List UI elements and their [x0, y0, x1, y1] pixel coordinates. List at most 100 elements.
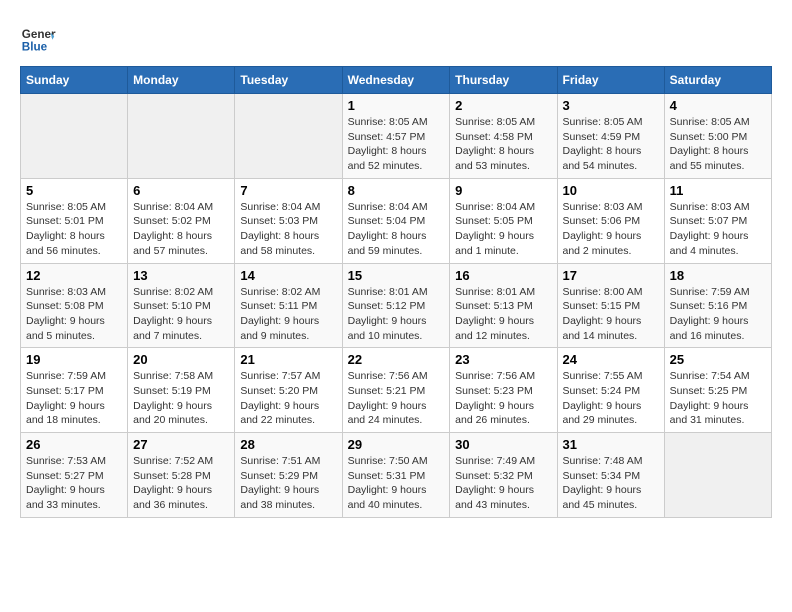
svg-text:Blue: Blue	[22, 41, 48, 54]
day-info: Sunrise: 8:04 AM Sunset: 5:05 PM Dayligh…	[455, 200, 551, 259]
day-number: 6	[133, 183, 229, 198]
day-number: 3	[563, 98, 659, 113]
svg-text:General: General	[22, 28, 56, 41]
calendar-cell: 14Sunrise: 8:02 AM Sunset: 5:11 PM Dayli…	[235, 263, 342, 348]
day-number: 8	[348, 183, 445, 198]
day-info: Sunrise: 8:01 AM Sunset: 5:13 PM Dayligh…	[455, 285, 551, 344]
calendar-cell: 23 Sunrise: 7:56 AM Sunset: 5:23 PM Dayli…	[450, 348, 557, 433]
day-info: Sunrise: 8:01 AM Sunset: 5:12 PM Dayligh…	[348, 285, 445, 344]
day-number: 7	[240, 183, 336, 198]
weekday-header-saturday: Saturday	[664, 67, 771, 94]
week-row-4: 19 Sunrise: 7:59 AM Sunset: 5:17 PM Dayli…	[21, 348, 772, 433]
calendar-cell: 12Sunrise: 8:03 AM Sunset: 5:08 PM Dayli…	[21, 263, 128, 348]
weekday-header-wednesday: Wednesday	[342, 67, 450, 94]
calendar-table: SundayMondayTuesdayWednesdayThursdayFrid…	[20, 66, 772, 518]
day-info: Sunrise: 7:57 AM Sunset: 5:20 PM Dayligh…	[240, 369, 336, 428]
day-number: 1	[348, 98, 445, 113]
calendar-cell: 30 Sunrise: 7:49 AM Sunset: 5:32 PM Dayli…	[450, 433, 557, 518]
calendar-cell: 9 Sunrise: 8:04 AM Sunset: 5:05 PM Daylig…	[450, 178, 557, 263]
day-number: 31	[563, 437, 659, 452]
day-info: Sunrise: 8:05 AM Sunset: 5:00 PM Dayligh…	[670, 115, 766, 174]
calendar-cell: 13 Sunrise: 8:02 AM Sunset: 5:10 PM Dayli…	[128, 263, 235, 348]
calendar-cell	[664, 433, 771, 518]
calendar-cell: 26Sunrise: 7:53 AM Sunset: 5:27 PM Dayli…	[21, 433, 128, 518]
day-info: Sunrise: 7:59 AM Sunset: 5:16 PM Dayligh…	[670, 285, 766, 344]
day-number: 13	[133, 268, 229, 283]
day-info: Sunrise: 8:04 AM Sunset: 5:04 PM Dayligh…	[348, 200, 445, 259]
day-info: Sunrise: 7:52 AM Sunset: 5:28 PM Dayligh…	[133, 454, 229, 513]
day-number: 16	[455, 268, 551, 283]
day-number: 30	[455, 437, 551, 452]
calendar-cell	[21, 94, 128, 179]
day-info: Sunrise: 7:56 AM Sunset: 5:21 PM Dayligh…	[348, 369, 445, 428]
day-info: Sunrise: 7:51 AM Sunset: 5:29 PM Dayligh…	[240, 454, 336, 513]
day-info: Sunrise: 8:03 AM Sunset: 5:06 PM Dayligh…	[563, 200, 659, 259]
weekday-header-sunday: Sunday	[21, 67, 128, 94]
calendar-cell: 10Sunrise: 8:03 AM Sunset: 5:06 PM Dayli…	[557, 178, 664, 263]
weekday-header-friday: Friday	[557, 67, 664, 94]
day-number: 21	[240, 352, 336, 367]
weekday-header-tuesday: Tuesday	[235, 67, 342, 94]
day-number: 17	[563, 268, 659, 283]
calendar-cell: 20Sunrise: 7:58 AM Sunset: 5:19 PM Dayli…	[128, 348, 235, 433]
day-number: 15	[348, 268, 445, 283]
calendar-cell: 22 Sunrise: 7:56 AM Sunset: 5:21 PM Dayli…	[342, 348, 450, 433]
day-info: Sunrise: 8:04 AM Sunset: 5:02 PM Dayligh…	[133, 200, 229, 259]
calendar-cell: 4Sunrise: 8:05 AM Sunset: 5:00 PM Daylig…	[664, 94, 771, 179]
logo: General Blue	[20, 20, 60, 56]
calendar-cell: 21 Sunrise: 7:57 AM Sunset: 5:20 PM Dayli…	[235, 348, 342, 433]
day-info: Sunrise: 8:02 AM Sunset: 5:10 PM Dayligh…	[133, 285, 229, 344]
day-number: 11	[670, 183, 766, 198]
day-number: 22	[348, 352, 445, 367]
calendar-cell: 18 Sunrise: 7:59 AM Sunset: 5:16 PM Dayli…	[664, 263, 771, 348]
calendar-cell: 19 Sunrise: 7:59 AM Sunset: 5:17 PM Dayli…	[21, 348, 128, 433]
day-number: 5	[26, 183, 122, 198]
day-info: Sunrise: 8:03 AM Sunset: 5:07 PM Dayligh…	[670, 200, 766, 259]
calendar-cell: 7 Sunrise: 8:04 AM Sunset: 5:03 PM Daylig…	[235, 178, 342, 263]
day-number: 9	[455, 183, 551, 198]
calendar-cell	[235, 94, 342, 179]
day-info: Sunrise: 7:50 AM Sunset: 5:31 PM Dayligh…	[348, 454, 445, 513]
calendar-cell: 15 Sunrise: 8:01 AM Sunset: 5:12 PM Dayli…	[342, 263, 450, 348]
calendar-cell: 17 Sunrise: 8:00 AM Sunset: 5:15 PM Dayli…	[557, 263, 664, 348]
day-number: 18	[670, 268, 766, 283]
day-info: Sunrise: 8:05 AM Sunset: 4:58 PM Dayligh…	[455, 115, 551, 174]
day-info: Sunrise: 8:05 AM Sunset: 4:57 PM Dayligh…	[348, 115, 445, 174]
calendar-cell: 2 Sunrise: 8:05 AM Sunset: 4:58 PM Daylig…	[450, 94, 557, 179]
calendar-cell: 29Sunrise: 7:50 AM Sunset: 5:31 PM Dayli…	[342, 433, 450, 518]
day-number: 2	[455, 98, 551, 113]
day-info: Sunrise: 7:59 AM Sunset: 5:17 PM Dayligh…	[26, 369, 122, 428]
weekday-header-monday: Monday	[128, 67, 235, 94]
calendar-cell: 16 Sunrise: 8:01 AM Sunset: 5:13 PM Dayli…	[450, 263, 557, 348]
day-number: 14	[240, 268, 336, 283]
calendar-cell: 3 Sunrise: 8:05 AM Sunset: 4:59 PM Daylig…	[557, 94, 664, 179]
day-info: Sunrise: 8:00 AM Sunset: 5:15 PM Dayligh…	[563, 285, 659, 344]
day-info: Sunrise: 8:05 AM Sunset: 4:59 PM Dayligh…	[563, 115, 659, 174]
calendar-cell: 1 Sunrise: 8:05 AM Sunset: 4:57 PM Daylig…	[342, 94, 450, 179]
calendar-cell: 5Sunrise: 8:05 AM Sunset: 5:01 PM Daylig…	[21, 178, 128, 263]
day-number: 19	[26, 352, 122, 367]
day-info: Sunrise: 7:54 AM Sunset: 5:25 PM Dayligh…	[670, 369, 766, 428]
day-info: Sunrise: 7:53 AM Sunset: 5:27 PM Dayligh…	[26, 454, 122, 513]
calendar-cell: 11 Sunrise: 8:03 AM Sunset: 5:07 PM Dayli…	[664, 178, 771, 263]
calendar-cell: 24Sunrise: 7:55 AM Sunset: 5:24 PM Dayli…	[557, 348, 664, 433]
header: General Blue	[20, 20, 772, 56]
logo-icon: General Blue	[20, 20, 56, 56]
day-info: Sunrise: 7:49 AM Sunset: 5:32 PM Dayligh…	[455, 454, 551, 513]
weekday-header-thursday: Thursday	[450, 67, 557, 94]
day-info: Sunrise: 7:56 AM Sunset: 5:23 PM Dayligh…	[455, 369, 551, 428]
day-info: Sunrise: 8:04 AM Sunset: 5:03 PM Dayligh…	[240, 200, 336, 259]
week-row-1: 1 Sunrise: 8:05 AM Sunset: 4:57 PM Daylig…	[21, 94, 772, 179]
day-number: 20	[133, 352, 229, 367]
calendar-cell: 8 Sunrise: 8:04 AM Sunset: 5:04 PM Daylig…	[342, 178, 450, 263]
calendar-cell: 27 Sunrise: 7:52 AM Sunset: 5:28 PM Dayli…	[128, 433, 235, 518]
day-info: Sunrise: 7:48 AM Sunset: 5:34 PM Dayligh…	[563, 454, 659, 513]
calendar-cell: 31 Sunrise: 7:48 AM Sunset: 5:34 PM Dayli…	[557, 433, 664, 518]
day-number: 25	[670, 352, 766, 367]
day-info: Sunrise: 7:55 AM Sunset: 5:24 PM Dayligh…	[563, 369, 659, 428]
day-info: Sunrise: 8:03 AM Sunset: 5:08 PM Dayligh…	[26, 285, 122, 344]
weekday-header-row: SundayMondayTuesdayWednesdayThursdayFrid…	[21, 67, 772, 94]
day-number: 27	[133, 437, 229, 452]
day-number: 23	[455, 352, 551, 367]
day-number: 28	[240, 437, 336, 452]
